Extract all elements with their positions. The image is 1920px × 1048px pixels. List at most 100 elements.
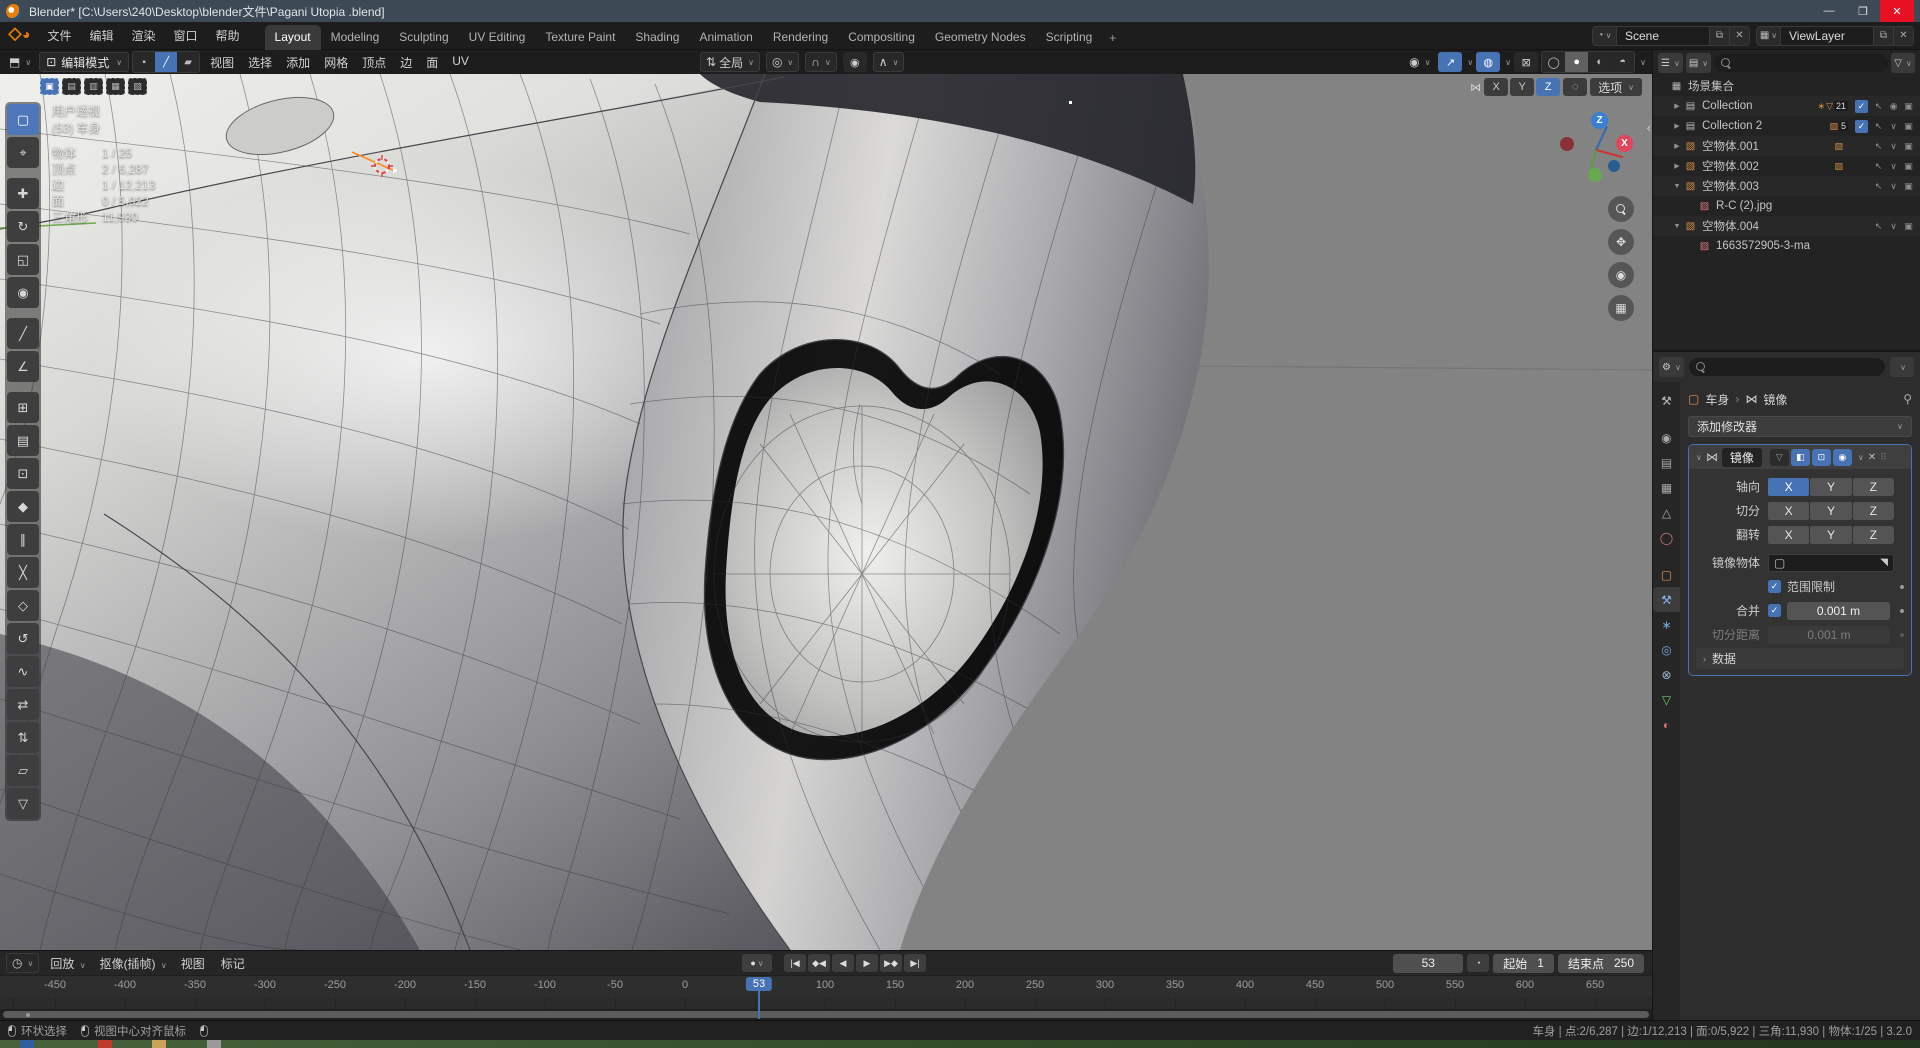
auto-keying-button[interactable]: ● ∨ bbox=[742, 954, 772, 972]
selectable-icon[interactable]: ↖ bbox=[1871, 141, 1886, 152]
viewport-menu-item[interactable]: UV bbox=[445, 54, 476, 71]
inset-faces[interactable]: ⊡ bbox=[7, 458, 39, 489]
timeline-menu-item[interactable]: 抠像(插帧) ∨ bbox=[93, 955, 174, 972]
proportional-edit-button[interactable]: ◉ bbox=[842, 52, 867, 72]
properties-search-input[interactable] bbox=[1688, 358, 1885, 376]
hide-viewport-icon[interactable]: ∨ bbox=[1886, 221, 1901, 232]
collection-checkbox[interactable] bbox=[1855, 140, 1868, 153]
menu-item[interactable]: 渲染 bbox=[123, 24, 165, 47]
selectable-icon[interactable]: ↖ bbox=[1871, 161, 1886, 172]
pin-icon[interactable]: ⚲ bbox=[1903, 392, 1912, 406]
select-mode-button[interactable]: ╱ bbox=[155, 52, 178, 72]
play-reverse[interactable]: ◀ bbox=[832, 954, 854, 972]
hide-viewport-icon[interactable]: ∨ bbox=[1886, 181, 1901, 192]
workspace-tab[interactable]: + bbox=[1102, 26, 1123, 50]
annotate[interactable]: ╱ bbox=[7, 318, 39, 349]
xray-toggle[interactable]: ⊠ bbox=[1514, 52, 1539, 72]
expand-arrow-icon[interactable]: ▶ bbox=[1671, 162, 1683, 170]
scene[interactable]: △ bbox=[1653, 500, 1680, 525]
zoom-button[interactable] bbox=[1608, 196, 1634, 222]
prev-keyframe[interactable]: ◆◀ bbox=[808, 954, 830, 972]
flip-toggle-button[interactable]: Y bbox=[1810, 525, 1852, 544]
item-name[interactable]: 空物体.001 bbox=[1702, 138, 1833, 154]
expand-arrow-icon[interactable]: ▼ bbox=[1671, 183, 1683, 190]
outliner-row[interactable]: ▶ ▤ Collection ∗ ▽ 21 ✓ ↖ ◉ ▣ bbox=[1653, 96, 1920, 116]
menu-item[interactable]: 编辑 bbox=[80, 24, 122, 47]
constraints[interactable]: ⊗ bbox=[1653, 662, 1680, 687]
viewlayer-name[interactable]: ViewLayer bbox=[1781, 29, 1873, 43]
blender-menu-icon[interactable]: 🮮︎◕ bbox=[8, 24, 30, 48]
mirror-object-field[interactable]: ▢ ◥ bbox=[1768, 553, 1894, 572]
flip-toggle-button[interactable]: Z bbox=[1852, 525, 1894, 544]
axis-toggle-button[interactable]: X bbox=[1768, 477, 1810, 496]
axis-toggle-button[interactable]: Y bbox=[1810, 477, 1852, 496]
tool[interactable]: ⚒ bbox=[1653, 388, 1680, 413]
bisect-toggle-button[interactable]: Y bbox=[1810, 501, 1852, 520]
disable-render-icon[interactable]: ▣ bbox=[1901, 161, 1916, 172]
select-mode-button[interactable]: ▪ bbox=[133, 52, 156, 72]
timeline-editor-type-button[interactable]: ◷ ∨ bbox=[6, 953, 40, 973]
scene-selector[interactable]: ◔ ∨ Scene ⧉ ✕ bbox=[1592, 25, 1750, 46]
workspace-tab[interactable]: Compositing bbox=[838, 25, 925, 50]
output[interactable]: ▤ bbox=[1653, 450, 1680, 475]
pan-hand-button[interactable]: ✥ bbox=[1608, 229, 1634, 255]
properties-options-button[interactable]: ∨ bbox=[1890, 357, 1914, 377]
new-viewlayer-icon[interactable]: ⧉ bbox=[1873, 26, 1893, 45]
timeline-track[interactable] bbox=[0, 985, 1652, 1019]
hide-viewport-icon[interactable]: ◉ bbox=[1886, 101, 1901, 112]
selectable-icon[interactable]: ↖ bbox=[1871, 221, 1886, 232]
shading-mode-button[interactable]: ◓ bbox=[1611, 52, 1635, 72]
hide-viewport-icon[interactable]: ∨ bbox=[1886, 161, 1901, 172]
object-data[interactable]: ▽ bbox=[1653, 687, 1680, 712]
select-option-button[interactable]: ▤ bbox=[62, 78, 81, 95]
options-dropdown[interactable]: 选项 ∨ bbox=[1590, 78, 1642, 96]
select-option-button[interactable]: ▦ bbox=[106, 78, 125, 95]
knife[interactable]: ╳ bbox=[7, 557, 39, 588]
viewlayer-selector[interactable]: ▦ ∨ ViewLayer ⧉ ✕ bbox=[1756, 25, 1914, 46]
disable-render-icon[interactable]: ▣ bbox=[1901, 121, 1916, 132]
workspace-tab[interactable]: Texture Paint bbox=[535, 25, 625, 50]
transform-orientation-dropdown[interactable]: ⇅ 全局 ∨ bbox=[700, 52, 760, 72]
workspace-tab[interactable]: Shading bbox=[625, 25, 689, 50]
unlink-scene-icon[interactable]: ✕ bbox=[1729, 26, 1749, 45]
outliner-filter-button[interactable]: ▽ ∨ bbox=[1891, 53, 1915, 73]
viewport-menu-item[interactable]: 边 bbox=[393, 54, 419, 71]
item-name[interactable]: 空物体.003 bbox=[1702, 178, 1842, 194]
modifier-extras-dropdown[interactable]: ∨ bbox=[1858, 453, 1864, 462]
outliner-row[interactable]: ▨ R-C (2).jpg bbox=[1653, 196, 1920, 216]
selectable-icon[interactable]: ↖ bbox=[1871, 121, 1886, 132]
preview-range-stopwatch-button[interactable]: ◔ bbox=[1467, 954, 1490, 972]
play[interactable]: ▶ bbox=[856, 954, 878, 972]
shading-mode-button[interactable]: ◐ bbox=[1588, 52, 1612, 72]
scrollbar-thumb[interactable] bbox=[3, 1011, 1649, 1018]
bisect-toggle-button[interactable]: Z bbox=[1852, 501, 1894, 520]
measure[interactable]: ∠ bbox=[7, 351, 39, 382]
mirror-axis-button[interactable]: Y bbox=[1510, 78, 1535, 96]
collapse-chevron-icon[interactable]: ∨ bbox=[1696, 453, 1702, 462]
collection-checkbox[interactable]: ✓ bbox=[1855, 99, 1868, 113]
item-name[interactable]: 空物体.004 bbox=[1702, 218, 1842, 234]
frame-end-field[interactable]: 结束点 250 bbox=[1557, 953, 1644, 973]
mirror-axis-button[interactable]: Z bbox=[1536, 78, 1561, 96]
render[interactable]: ◉ bbox=[1653, 425, 1680, 450]
jump-to-end[interactable]: ▶| bbox=[904, 954, 926, 972]
display-viewport[interactable]: ⊡ bbox=[1811, 448, 1831, 466]
jump-to-start[interactable]: |◀ bbox=[784, 954, 806, 972]
workspace-tab[interactable]: Geometry Nodes bbox=[925, 25, 1036, 50]
bisect-toggle-button[interactable]: X bbox=[1768, 501, 1810, 520]
properties-editor-type-button[interactable]: ⚙ ∨ bbox=[1659, 357, 1684, 377]
drag-handle-icon[interactable]: ⠿ bbox=[1880, 452, 1888, 463]
taskbar-icon[interactable] bbox=[207, 1040, 221, 1048]
viewport-menu-item[interactable]: 视图 bbox=[203, 54, 241, 71]
breadcrumb-modifier[interactable]: 镜像 bbox=[1763, 391, 1787, 408]
minimize-button[interactable]: — bbox=[1812, 0, 1846, 22]
display-on-cage[interactable]: ▽ bbox=[1769, 448, 1789, 466]
smooth[interactable]: ∿ bbox=[7, 656, 39, 687]
spin[interactable]: ↺ bbox=[7, 623, 39, 654]
add-cube[interactable]: ⊞ bbox=[7, 392, 39, 423]
shading-mode-button[interactable]: ◯ bbox=[1542, 52, 1566, 72]
timeline-ruler[interactable]: -450 -400 -350 -300 -250 -200 -150 -100 -50 0 100 1… bbox=[0, 975, 1652, 997]
outliner-editor-type-button[interactable]: ☰ ∨ bbox=[1658, 53, 1683, 73]
timeline-menu-item[interactable]: 回放 ∨ bbox=[43, 955, 92, 972]
transform[interactable]: ◉ bbox=[7, 277, 39, 308]
